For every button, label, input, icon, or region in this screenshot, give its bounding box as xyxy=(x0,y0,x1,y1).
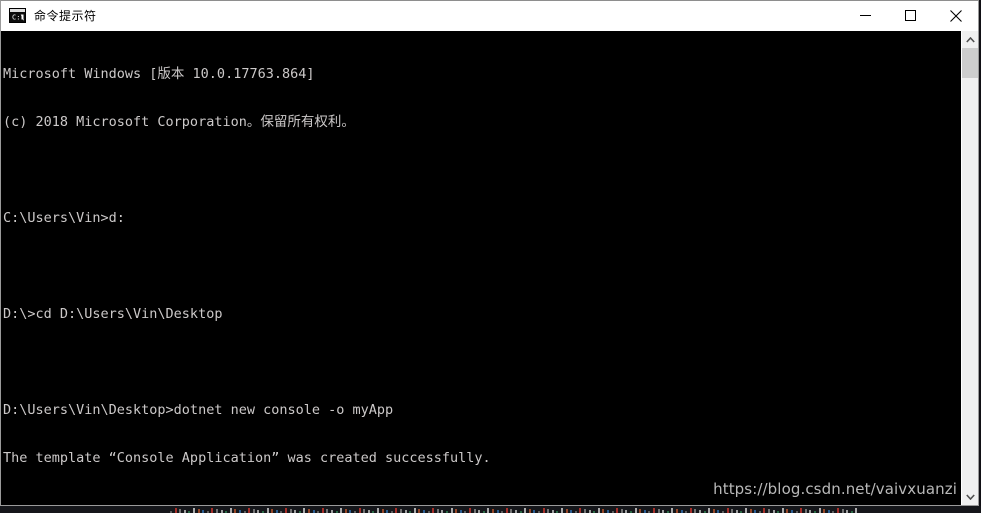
watermark-url: https://blog.csdn.net/vaivxuanzi xyxy=(713,480,957,498)
scrollbar-thumb[interactable] xyxy=(962,48,978,78)
cmd-icon: C:\ xyxy=(9,8,26,23)
taskbar-sliver xyxy=(0,506,981,513)
maximize-button[interactable] xyxy=(888,1,933,30)
minimize-button[interactable] xyxy=(843,1,888,30)
scroll-up-button[interactable] xyxy=(962,31,978,48)
scrollbar-track[interactable] xyxy=(962,48,978,488)
title-bar-left: C:\ 命令提示符 xyxy=(1,7,97,24)
title-bar[interactable]: C:\ 命令提示符 xyxy=(1,1,978,31)
console-line: D:\>cd D:\Users\Vin\Desktop xyxy=(3,306,223,322)
close-button[interactable] xyxy=(933,1,978,30)
desktop-background: C:\ 命令提示符 Microsoft Windows [版本 10.0.177… xyxy=(0,0,981,513)
minimize-icon xyxy=(860,15,871,16)
console-line: (c) 2018 Microsoft Corporation。保留所有权利。 xyxy=(3,114,355,130)
scroll-down-button[interactable] xyxy=(962,488,978,505)
vertical-scrollbar[interactable] xyxy=(961,31,978,505)
console-line: D:\Users\Vin\Desktop>dotnet new console … xyxy=(3,402,394,418)
console-line: C:\Users\Vin>d: xyxy=(3,210,125,226)
close-icon xyxy=(949,9,962,22)
console-area[interactable]: Microsoft Windows [版本 10.0.17763.864] (c… xyxy=(1,31,978,505)
chevron-up-icon xyxy=(965,36,975,43)
console-line: The template “Console Application” was c… xyxy=(3,450,491,466)
command-prompt-window: C:\ 命令提示符 Microsoft Windows [版本 10.0.177… xyxy=(0,0,979,506)
console-output[interactable]: Microsoft Windows [版本 10.0.17763.864] (c… xyxy=(1,31,961,505)
window-title: 命令提示符 xyxy=(34,9,97,23)
console-line: Microsoft Windows [版本 10.0.17763.864] xyxy=(3,66,315,82)
chevron-down-icon xyxy=(965,493,975,500)
window-controls xyxy=(843,1,978,30)
maximize-icon xyxy=(905,10,916,21)
